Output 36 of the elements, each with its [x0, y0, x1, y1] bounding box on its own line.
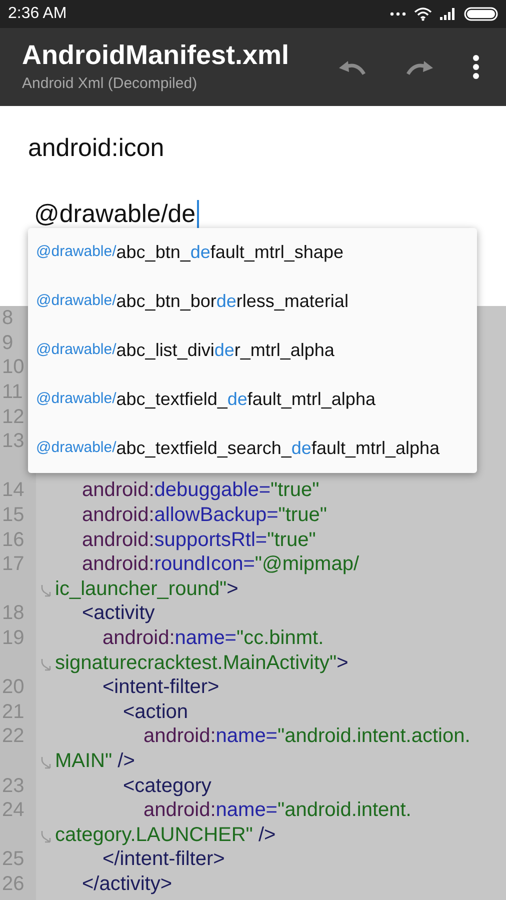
code-line: </activity> — [82, 874, 172, 894]
wrap-arrow-icon — [41, 584, 53, 598]
code-line: android:name="android.intent.action. — [144, 726, 470, 746]
wrap-arrow-icon — [41, 830, 53, 844]
code-line: android:allowBackup="true" — [82, 505, 327, 526]
code-line: <action — [123, 702, 188, 722]
code-line: MAIN" /> — [55, 750, 135, 771]
code-line: android:name="android.intent. — [144, 800, 412, 820]
code-line: android:name="cc.binmt. — [102, 628, 324, 648]
dialog-label: android:icon — [28, 133, 166, 164]
file-title: AndroidManifest.xml — [22, 38, 290, 72]
code-line: ic_launcher_round"> — [55, 578, 238, 599]
more-dots-icon — [390, 12, 406, 16]
code-line: android:roundIcon="@mipmap/ — [82, 554, 360, 574]
redo-icon — [405, 59, 435, 75]
signal-icon — [440, 8, 456, 20]
code-line: </intent-filter> — [102, 849, 225, 870]
suggestion-item[interactable]: @drawable/abc_textfield_default_mtrl_alpha — [28, 375, 477, 424]
status-time: 2:36 AM — [8, 4, 67, 24]
suggestion-item[interactable]: @drawable/abc_textfield_search_default_mtrl_alpha — [28, 424, 477, 473]
suggestion-item[interactable]: @drawable/abc_btn_borderless_material — [28, 277, 477, 326]
code-line: <intent-filter> — [102, 677, 220, 698]
undo-icon — [337, 59, 367, 75]
more-vert-icon — [472, 54, 480, 80]
code-line: android:supportsRtl="true" — [82, 530, 316, 550]
code-line: <activity — [82, 603, 155, 624]
code-line: category.LAUNCHER" /> — [55, 824, 276, 845]
code-line: signaturecracktest.MainActivity"> — [55, 652, 348, 673]
wifi-icon — [414, 7, 432, 21]
wrap-arrow-icon — [41, 658, 53, 672]
suggestion-item[interactable]: @drawable/abc_list_divider_mtrl_alpha — [28, 326, 477, 375]
battery-icon — [464, 7, 498, 21]
file-subtitle: Android Xml (Decompiled) — [22, 74, 198, 94]
code-line: android:debuggable="true" — [82, 480, 320, 500]
code-line: <category — [123, 776, 212, 796]
wrap-arrow-icon — [41, 756, 53, 770]
